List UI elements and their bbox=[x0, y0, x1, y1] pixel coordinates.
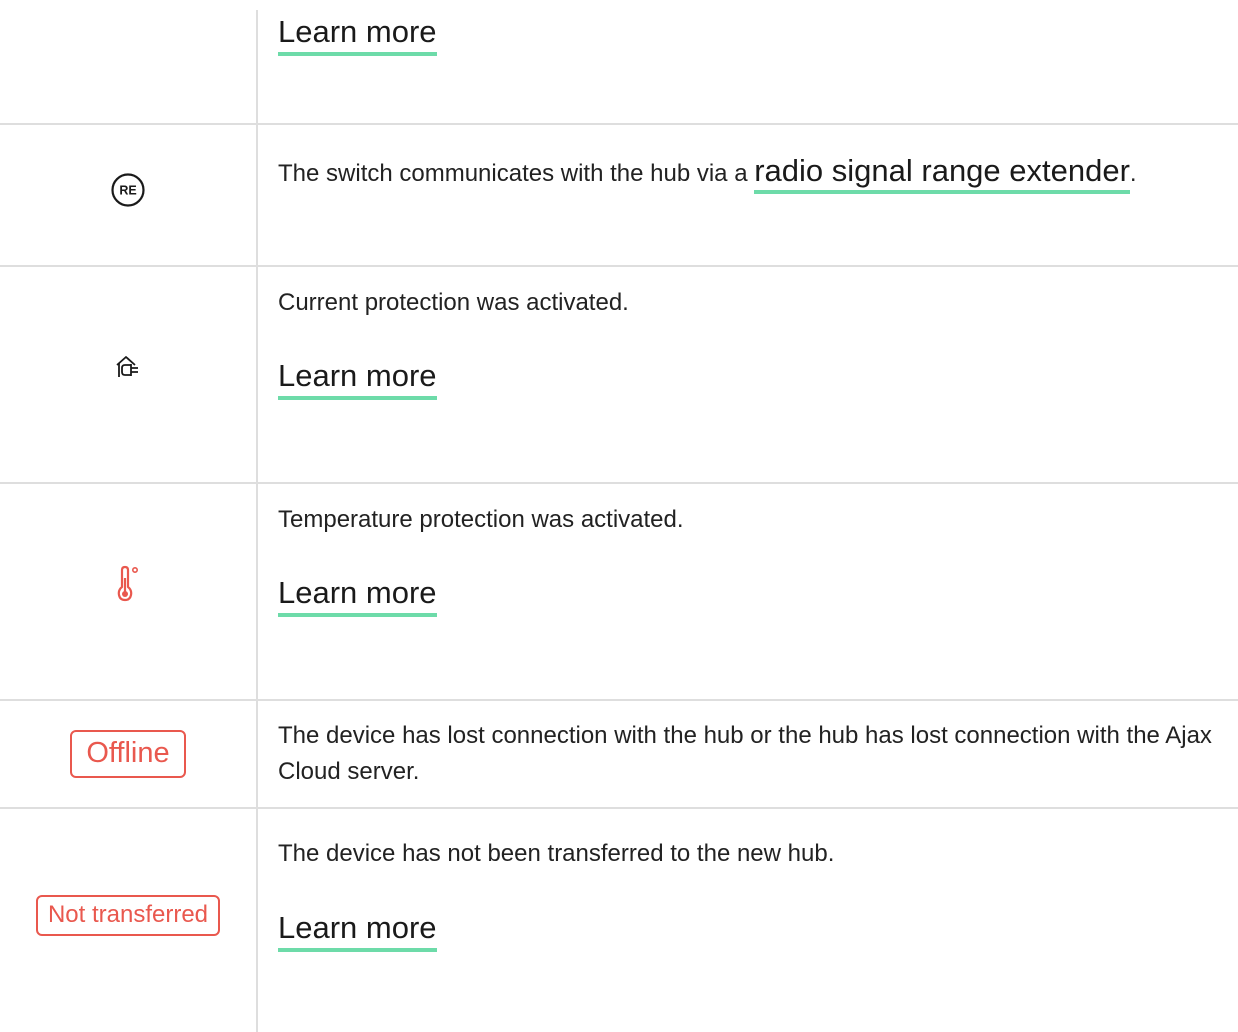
learn-more-link[interactable]: Learn more bbox=[278, 358, 437, 400]
icon-cell: RE bbox=[0, 125, 256, 265]
not-transferred-badge: Not transferred bbox=[35, 895, 221, 936]
row-description: The switch communicates with the hub via… bbox=[278, 160, 755, 187]
current-protection-icon bbox=[113, 352, 143, 382]
svg-text:RE: RE bbox=[119, 184, 136, 198]
table-row: Learn more bbox=[0, 0, 1238, 123]
table-row: Temperature protection was activated. Le… bbox=[0, 484, 1238, 699]
thermometer-icon bbox=[113, 564, 143, 604]
status-table: Learn more RE The switch communicates wi… bbox=[0, 0, 1238, 1032]
table-row: Not transferred The device has not been … bbox=[0, 809, 1238, 1032]
offline-badge: Offline bbox=[70, 730, 186, 778]
icon-cell: Not transferred bbox=[0, 809, 256, 1022]
radio-signal-range-extender-link[interactable]: radio signal range extender bbox=[754, 153, 1130, 194]
row-description: The device has lost connection with the … bbox=[278, 722, 1212, 785]
table-row: Offline The device has lost connection w… bbox=[0, 701, 1238, 807]
row-description-end: . bbox=[1129, 160, 1137, 187]
learn-more-link[interactable]: Learn more bbox=[278, 14, 437, 56]
learn-more-link[interactable]: Learn more bbox=[278, 910, 437, 952]
table-row: RE The switch communicates with the hub … bbox=[0, 125, 1238, 265]
re-icon: RE bbox=[110, 172, 146, 208]
icon-cell: Offline bbox=[0, 701, 256, 807]
icon-cell bbox=[0, 267, 256, 482]
table-row: Current protection was activated. Learn … bbox=[0, 267, 1238, 482]
row-description: Temperature protection was activated. bbox=[278, 506, 684, 533]
row-description: Current protection was activated. bbox=[278, 289, 629, 316]
row-description: The device has not been transferred to t… bbox=[278, 840, 835, 867]
icon-cell bbox=[0, 484, 256, 699]
learn-more-link[interactable]: Learn more bbox=[278, 575, 437, 617]
